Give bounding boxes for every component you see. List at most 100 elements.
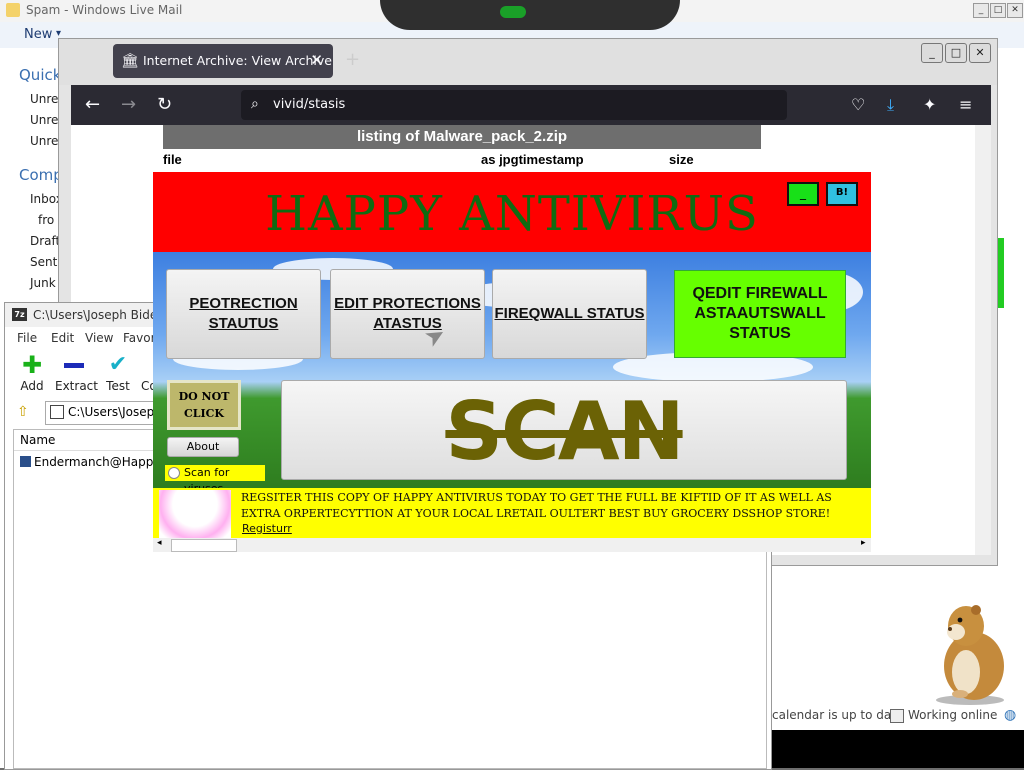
scroll-left-icon[interactable]: ◂: [157, 538, 162, 548]
up-folder-icon[interactable]: ⇧: [17, 404, 29, 420]
mail-maximize-button[interactable]: □: [990, 3, 1006, 18]
mail-app-icon: [6, 3, 20, 17]
dark-region: [770, 730, 1024, 768]
about-button[interactable]: About: [167, 437, 239, 457]
antivirus-close-button[interactable]: B!: [826, 182, 858, 206]
protection-status-button[interactable]: PEOTRECTION STAUTUS: [166, 269, 321, 359]
browser-tab-title: Internet Archive: View Archive: [143, 53, 332, 68]
back-arrow-icon[interactable]: ←: [85, 94, 100, 115]
forward-arrow-icon[interactable]: →: [121, 94, 136, 115]
scan-label: SCAN: [445, 385, 684, 478]
column-timestamp: as jpgtimestamp: [481, 152, 584, 167]
minus-icon: [55, 351, 95, 379]
hamster-belly: [952, 650, 980, 694]
happy-antivirus-window: HAPPY ANTIVIRUS _ B! PEOTRECTION STAUTUS…: [153, 172, 871, 552]
sidebar-item-junk[interactable]: Junk: [30, 276, 56, 290]
hamster-cheek: [947, 624, 965, 640]
exe-file-icon: [20, 456, 31, 467]
search-icon: ⌕: [251, 96, 259, 112]
browser-scrollbar[interactable]: [975, 125, 991, 555]
antivirus-horizontal-scrollbar[interactable]: ◂ ▸: [153, 538, 871, 552]
antivirus-title: HAPPY ANTIVIRUS: [265, 186, 759, 242]
column-name[interactable]: Name: [20, 433, 55, 447]
hamster-nose: [948, 627, 952, 631]
sidebar-quick-header[interactable]: Quick: [19, 66, 61, 84]
test-label: Test: [106, 379, 130, 393]
browser-tab[interactable]: 🏛 Internet Archive: View Archive ✕: [113, 44, 333, 78]
pocket-icon[interactable]: ♡: [851, 95, 865, 114]
sidebar-item-drafts[interactable]: Draft: [30, 234, 60, 248]
file-name: Endermanch@HappyA: [34, 455, 169, 469]
reload-icon[interactable]: ↻: [157, 94, 172, 115]
green-indicator: [998, 238, 1004, 308]
firewall-status-button[interactable]: FIREQWALL STATUS: [492, 269, 647, 359]
browser-maximize-button[interactable]: □: [945, 43, 967, 63]
mail-minimize-button[interactable]: _: [973, 3, 989, 18]
bliss-background: PEOTRECTION STAUTUS EDIT PROTECTIONS ATA…: [153, 252, 871, 488]
scan-button[interactable]: SCAN: [281, 380, 847, 480]
folder-icon: [50, 405, 64, 419]
mail-status-bar: calendar is up to date Working online ◍: [770, 702, 1024, 730]
mail-new-button[interactable]: New: [24, 27, 52, 42]
menu-icon[interactable]: ≡: [959, 95, 972, 114]
add-button[interactable]: ✚ Add: [17, 351, 47, 393]
banner-image: [159, 490, 231, 538]
mail-close-button[interactable]: ✕: [1007, 3, 1023, 18]
browser-close-button[interactable]: ✕: [969, 43, 991, 63]
7zip-window-title: C:\Users\Joseph Biden\: [33, 308, 169, 322]
scan-for-viruses-radio[interactable]: Scan for viruses: [165, 465, 265, 488]
extract-button[interactable]: Extract: [55, 351, 98, 393]
sidebar-item-sent[interactable]: Sent: [30, 255, 57, 269]
7zip-app-icon: 7z: [12, 308, 27, 321]
browser-tab-bar: 🏛 Internet Archive: View Archive ✕ + _ □…: [59, 39, 997, 85]
calendar-icon: [890, 709, 904, 723]
list-item[interactable]: Endermanch@HappyA: [20, 455, 169, 469]
hamster-mascot[interactable]: [930, 602, 1010, 706]
download-icon[interactable]: ⤓: [887, 95, 894, 115]
hamster-foot: [952, 690, 968, 698]
new-tab-icon[interactable]: +: [345, 49, 360, 70]
archive-icon: 🏛: [121, 53, 139, 69]
add-label: Add: [20, 379, 44, 393]
scrollbar-thumb[interactable]: [171, 539, 237, 552]
column-size: size: [669, 152, 694, 167]
test-button[interactable]: ✔ Test: [103, 351, 133, 393]
green-dot-icon: [500, 6, 526, 18]
scan-for-viruses-label: Scan for viruses: [184, 466, 230, 488]
register-link[interactable]: Registurr: [242, 522, 292, 535]
check-icon: ✔: [108, 352, 128, 377]
menu-view[interactable]: View: [85, 331, 113, 345]
mail-window-title: Spam - Windows Live Mail: [26, 3, 183, 17]
url-text[interactable]: vivid/stasis: [273, 97, 345, 112]
url-bar[interactable]: ⌕ vivid/stasis: [241, 90, 787, 120]
edit-firewall-status-button[interactable]: QEDIT FIREWALL ASTAAUTSWALL STATUS: [674, 270, 846, 358]
top-decoration: [380, 0, 680, 30]
do-not-click-button[interactable]: DO NOT CLICK: [167, 380, 241, 430]
menu-favorites[interactable]: Favor: [123, 331, 156, 345]
register-text: REGSITER THIS COPY OF HAPPY ANTIVIRUS TO…: [241, 491, 832, 520]
path-text: C:\Users\Joseph: [68, 405, 162, 419]
sidebar-item-from[interactable]: fro: [38, 213, 54, 227]
sidebar-comp-header[interactable]: Comp: [19, 166, 63, 184]
online-status: Working online: [908, 708, 998, 722]
calendar-status: calendar is up to date: [772, 708, 904, 722]
hamster-ear: [971, 605, 981, 615]
scroll-right-icon[interactable]: ▸: [861, 538, 866, 548]
extensions-icon[interactable]: ✦: [923, 95, 936, 114]
antivirus-minimize-button[interactable]: _: [787, 182, 819, 206]
column-file: file: [163, 152, 182, 167]
browser-minimize-button[interactable]: _: [921, 43, 943, 63]
register-banner: REGSITER THIS COPY OF HAPPY ANTIVIRUS TO…: [153, 488, 871, 538]
hamster-eye: [957, 617, 963, 623]
radio-circle[interactable]: [168, 467, 180, 479]
edit-protections-button[interactable]: EDIT PROTECTIONS ATASTUS: [330, 269, 485, 359]
tab-close-icon[interactable]: ✕: [310, 51, 323, 69]
plus-icon: ✚: [21, 351, 43, 379]
menu-edit[interactable]: Edit: [51, 331, 74, 345]
globe-icon: ◍: [1004, 707, 1017, 723]
browser-toolbar: ← → ↻ ⌕ vivid/stasis ♡ ⤓ ✦ ≡: [71, 85, 991, 125]
extract-label: Extract: [55, 379, 98, 393]
mail-sidebar: Quick Unrea Unrea Unrea Comp Inbox fro D…: [0, 48, 66, 308]
menu-file[interactable]: File: [17, 331, 37, 345]
listing-title: listing of Malware_pack_2.zip: [163, 125, 761, 149]
